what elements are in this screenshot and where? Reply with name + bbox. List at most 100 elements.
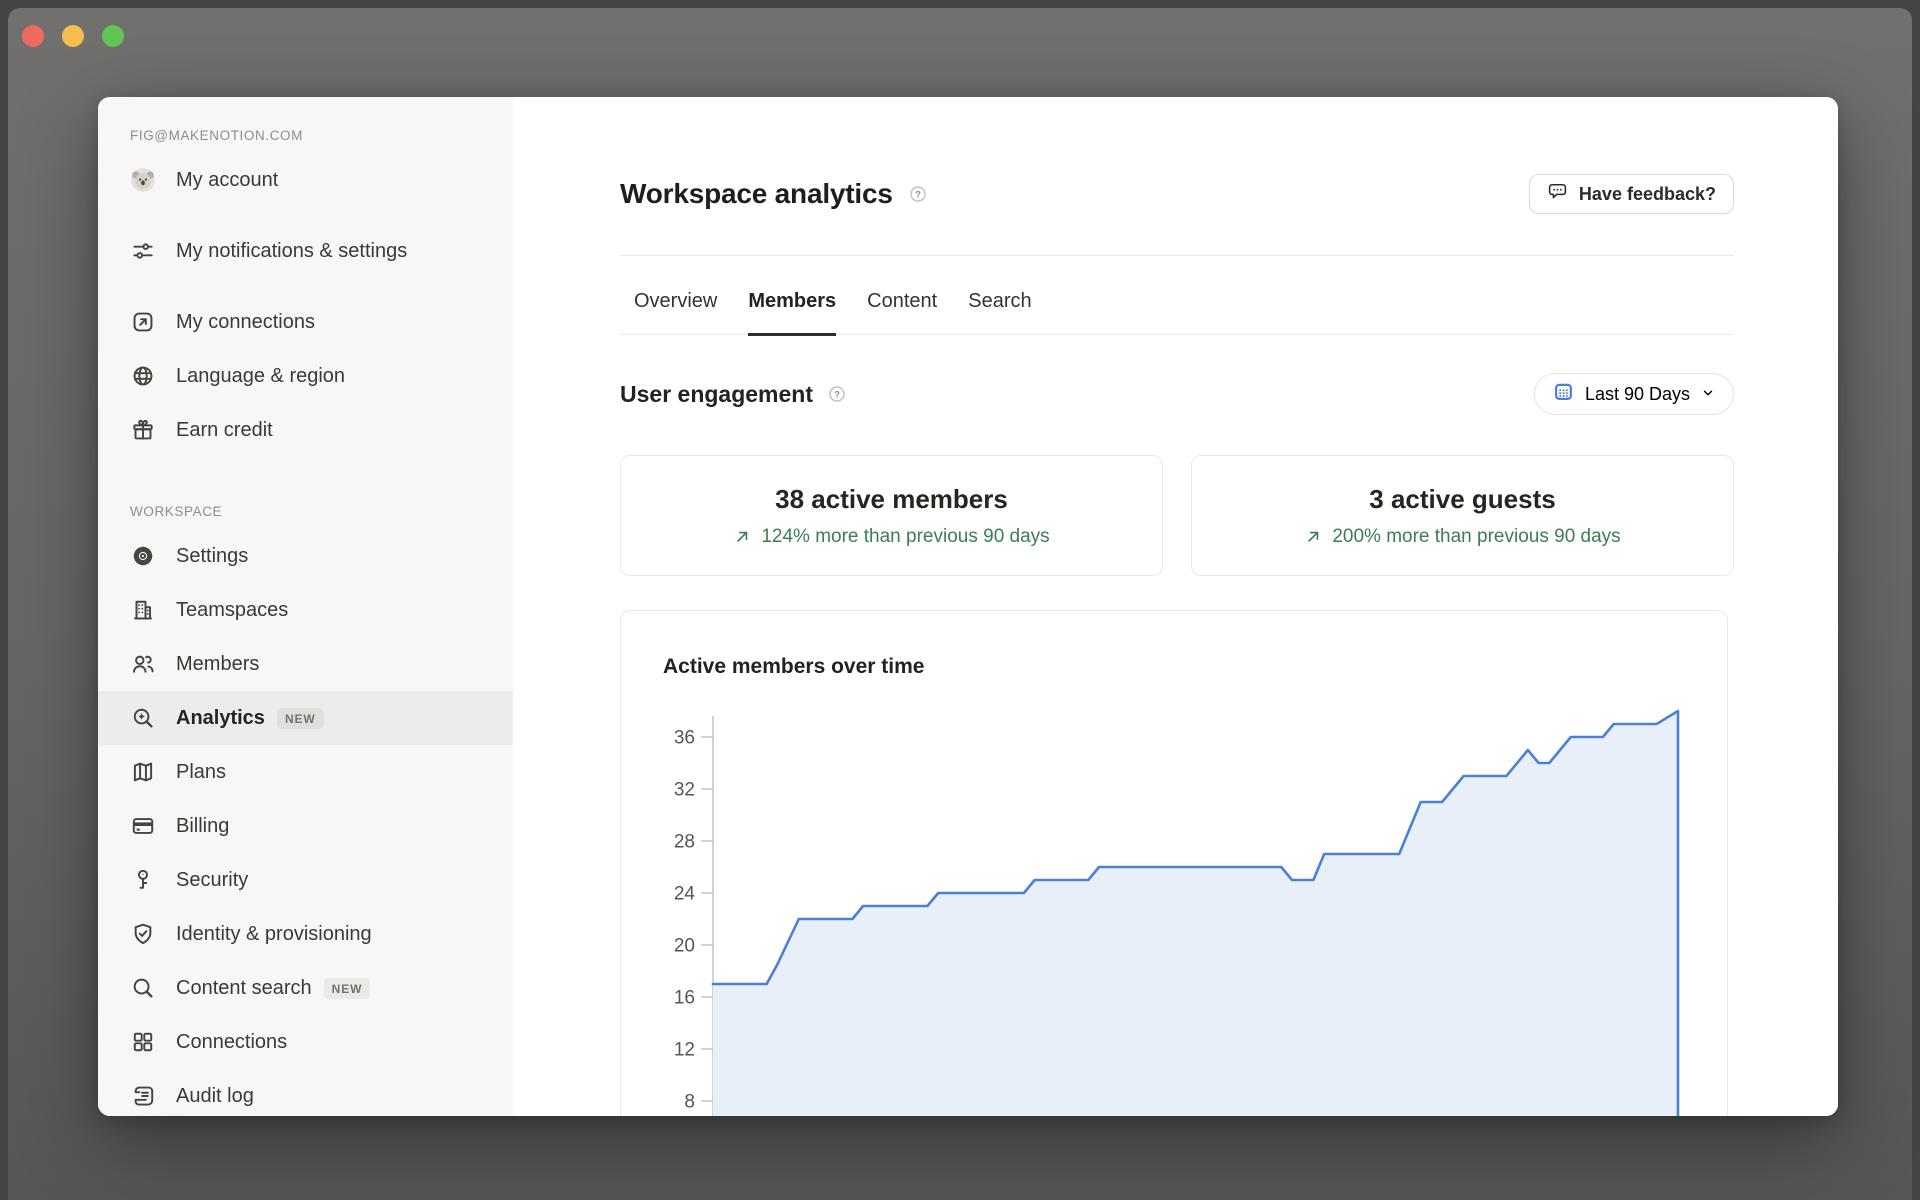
chevron-down-icon bbox=[1701, 386, 1715, 400]
account-menu: My account My notifications & settings My … bbox=[98, 153, 513, 457]
y-axis-tick-label: 8 bbox=[684, 1092, 695, 1113]
page-title: Workspace analytics bbox=[620, 178, 893, 210]
engagement-stat-cards: 38 active members 124% more than previous… bbox=[620, 455, 1734, 576]
tab-members[interactable]: Members bbox=[748, 289, 836, 336]
sliders-icon bbox=[130, 238, 156, 264]
grid-icon bbox=[130, 1029, 156, 1055]
sidebar-item-earn-credit[interactable]: Earn credit bbox=[98, 403, 513, 457]
speech-bubble-icon bbox=[1547, 181, 1568, 207]
account-email-label: FIG@MAKENOTION.COM bbox=[130, 125, 513, 145]
page-title-group: Workspace analytics ? bbox=[620, 178, 928, 210]
sidebar-item-audit-log[interactable]: Audit log bbox=[98, 1069, 513, 1116]
traffic-lights bbox=[22, 25, 124, 47]
active-members-chart: 36 32 28 24 20 16 12 8 bbox=[621, 611, 1728, 1116]
sidebar-item-connections[interactable]: Connections bbox=[98, 1015, 513, 1069]
y-axis-tick-label: 12 bbox=[674, 1040, 695, 1061]
analytics-tabs: Overview Members Content Search bbox=[620, 256, 1734, 335]
sidebar-item-label: Settings bbox=[176, 543, 248, 569]
analytics-main-panel: Workspace analytics ? Have feedback? Ove… bbox=[513, 97, 1838, 1116]
sidebar-item-content-search[interactable]: Content searchNEW bbox=[98, 961, 513, 1015]
sidebar-item-label: Identity & provisioning bbox=[176, 921, 372, 947]
help-icon: ? bbox=[908, 184, 928, 204]
map-icon bbox=[130, 759, 156, 785]
scroll-icon bbox=[130, 1083, 156, 1109]
sidebar-item-settings[interactable]: Settings bbox=[98, 529, 513, 583]
sidebar-item-label: Members bbox=[176, 651, 259, 677]
sidebar-item-members[interactable]: Members bbox=[98, 637, 513, 691]
sidebar-item-label: My account bbox=[176, 167, 278, 193]
active-members-chart-card: 36 32 28 24 20 16 12 8 Active members over time bbox=[620, 610, 1728, 1116]
sidebar-item-billing[interactable]: Billing bbox=[98, 799, 513, 853]
gear-icon bbox=[130, 543, 156, 569]
credit-card-icon bbox=[130, 813, 156, 839]
tab-search[interactable]: Search bbox=[968, 289, 1031, 336]
sidebar-item-teamspaces[interactable]: Teamspaces bbox=[98, 583, 513, 637]
zoom-window-button[interactable] bbox=[102, 25, 124, 47]
arrow-up-right-icon bbox=[733, 527, 752, 546]
calendar-icon bbox=[1553, 381, 1574, 402]
user-engagement-title-group: User engagement ? bbox=[620, 381, 847, 408]
sidebar-item-label: Teamspaces bbox=[176, 597, 288, 623]
section-heading: User engagement bbox=[620, 381, 813, 408]
stat-delta-label: 124% more than previous 90 days bbox=[761, 526, 1049, 548]
period-selector-button[interactable]: Last 90 Days bbox=[1534, 373, 1734, 415]
macos-window: FIG@MAKENOTION.COM My account My notifica… bbox=[8, 8, 1912, 1200]
sidebar-item-label: Language & region bbox=[176, 363, 345, 389]
svg-text:?: ? bbox=[915, 189, 921, 200]
settings-sidebar: FIG@MAKENOTION.COM My account My notifica… bbox=[98, 97, 513, 1116]
period-selector-label: Last 90 Days bbox=[1585, 384, 1690, 405]
stat-delta: 200% more than previous 90 days bbox=[1304, 526, 1620, 548]
sidebar-item-label: Earn credit bbox=[176, 417, 273, 443]
people-icon bbox=[130, 651, 156, 677]
sidebar-item-my-connections[interactable]: My connections bbox=[98, 295, 513, 349]
stat-delta: 124% more than previous 90 days bbox=[733, 526, 1049, 548]
y-axis-tick-label: 20 bbox=[674, 936, 695, 957]
workspace-section-label: WORKSPACE bbox=[130, 501, 513, 521]
workspace-menu: Settings Teamspaces Members Analytics NEW Pla… bbox=[98, 529, 513, 1116]
stat-value: 38 active members bbox=[775, 484, 1008, 515]
key-icon bbox=[130, 867, 156, 893]
shield-check-icon bbox=[130, 921, 156, 947]
y-axis-tick-label: 36 bbox=[674, 728, 695, 749]
close-window-button[interactable] bbox=[22, 25, 44, 47]
settings-dialog: FIG@MAKENOTION.COM My account My notifica… bbox=[98, 97, 1838, 1116]
stat-card-38-active-members: 38 active members 124% more than previous… bbox=[620, 455, 1163, 576]
sidebar-item-label: Analytics bbox=[176, 705, 265, 731]
sidebar-item-security[interactable]: Security bbox=[98, 853, 513, 907]
tab-content[interactable]: Content bbox=[867, 289, 937, 336]
stat-card-3-active-guests: 3 active guests 200% more than previous 9… bbox=[1191, 455, 1734, 576]
tab-overview[interactable]: Overview bbox=[634, 289, 717, 336]
minimize-window-button[interactable] bbox=[62, 25, 84, 47]
sidebar-item-analytics[interactable]: Analytics NEW bbox=[98, 691, 513, 745]
y-axis-tick-label: 28 bbox=[674, 832, 695, 853]
y-axis-tick-label: 24 bbox=[674, 884, 696, 905]
calendar-icon bbox=[1553, 381, 1574, 407]
sidebar-item-my-notifications-settings[interactable]: My notifications & settings bbox=[98, 207, 513, 295]
sidebar-item-language-region[interactable]: Language & region bbox=[98, 349, 513, 403]
building-icon bbox=[130, 597, 156, 623]
y-axis-tick-label: 32 bbox=[674, 780, 695, 801]
y-axis-tick-label: 16 bbox=[674, 988, 695, 1009]
help-icon: ? bbox=[827, 384, 847, 404]
chart-title: Active members over time bbox=[663, 655, 924, 679]
sidebar-item-my-account[interactable]: My account bbox=[98, 153, 513, 207]
stat-delta-label: 200% more than previous 90 days bbox=[1332, 526, 1620, 548]
arrow-up-right-square-icon bbox=[130, 309, 156, 335]
globe-icon bbox=[130, 363, 156, 389]
engagement-help-icon[interactable]: ? bbox=[827, 384, 847, 404]
speech-bubble-icon bbox=[1547, 181, 1568, 202]
sidebar-item-identity-provisioning[interactable]: Identity & provisioning bbox=[98, 907, 513, 961]
sidebar-item-label: Audit log bbox=[176, 1083, 254, 1109]
sidebar-item-label: My connections bbox=[176, 309, 315, 335]
sidebar-item-plans[interactable]: Plans bbox=[98, 745, 513, 799]
title-help-icon[interactable]: ? bbox=[908, 184, 928, 204]
magnifier-icon bbox=[130, 975, 156, 1001]
sidebar-item-label: Content search bbox=[176, 975, 312, 1001]
new-badge: NEW bbox=[277, 708, 324, 729]
page-header: Workspace analytics ? Have feedback? bbox=[620, 168, 1734, 220]
gift-icon bbox=[130, 417, 156, 443]
stat-value: 3 active guests bbox=[1369, 484, 1555, 515]
chevron-down-icon bbox=[1701, 384, 1715, 405]
feedback-button-label: Have feedback? bbox=[1579, 184, 1716, 205]
have-feedback-button[interactable]: Have feedback? bbox=[1529, 174, 1734, 214]
